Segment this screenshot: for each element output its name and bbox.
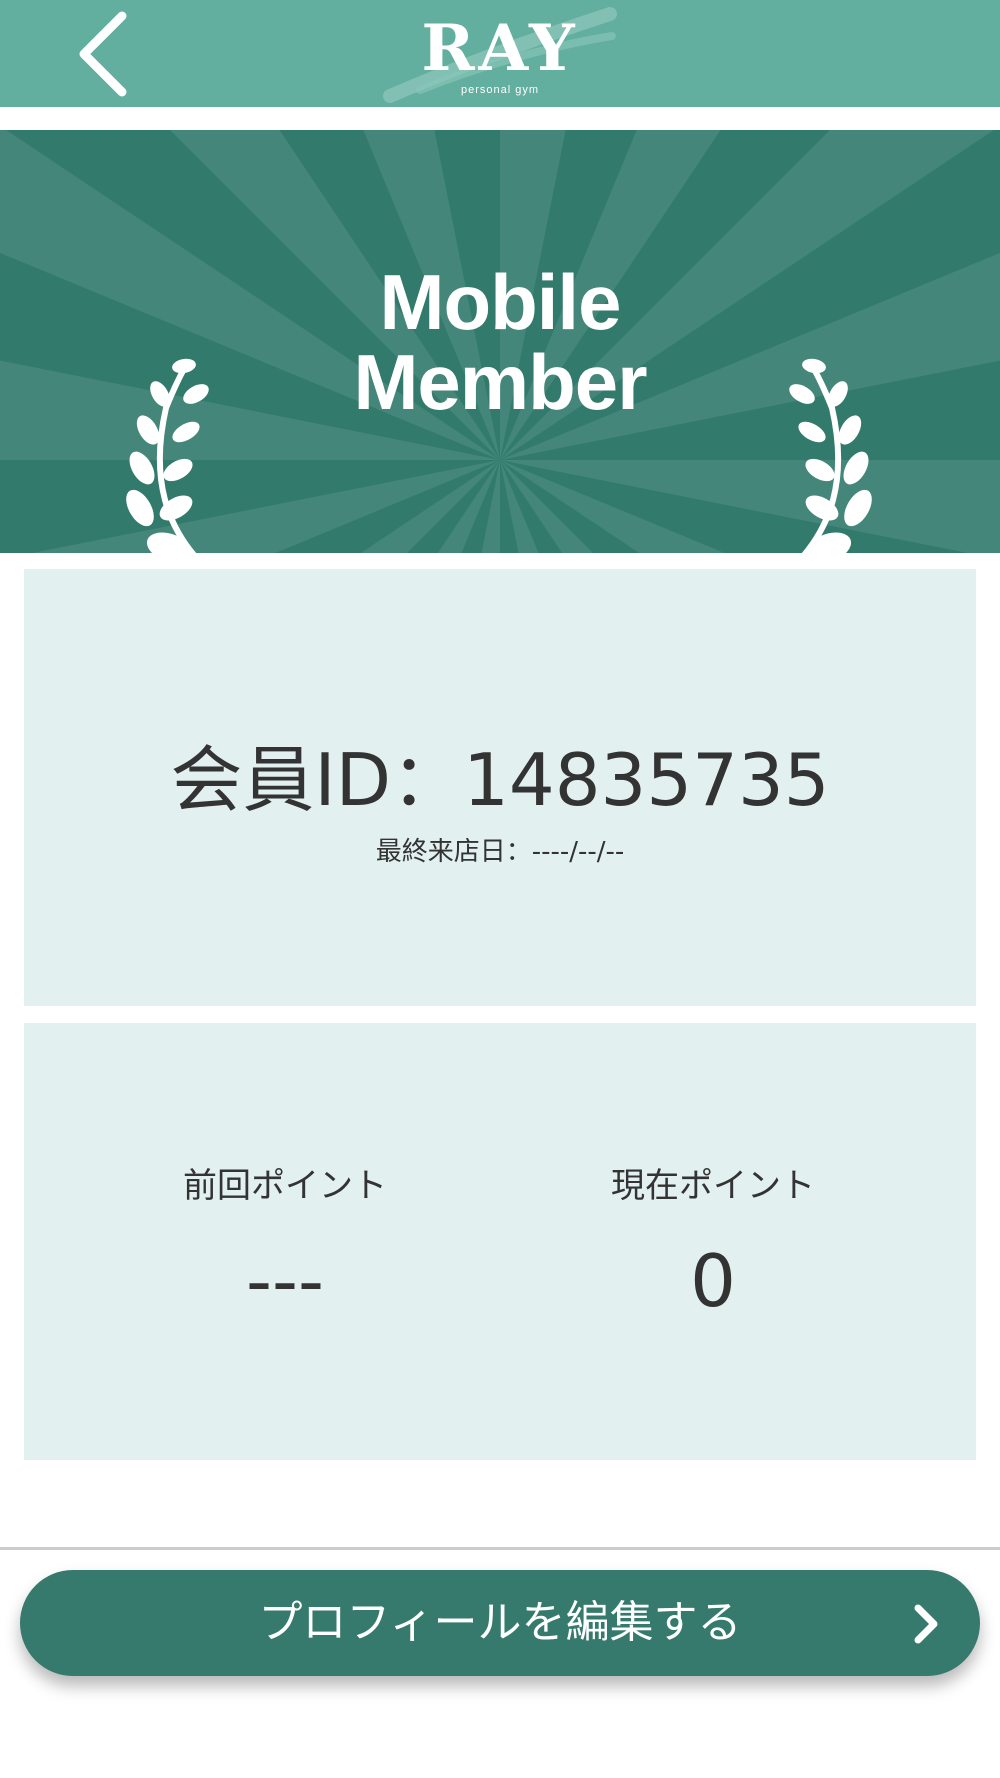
brand-logo: RAY personal gym [380,0,620,107]
sunburst-ray [32,460,500,553]
back-button[interactable] [64,8,144,98]
member-id: 会員ID：14835735 [170,738,830,822]
current-points-value: 0 [690,1239,736,1323]
banner-title: Mobile Member [250,262,750,422]
edit-profile-button[interactable]: プロフィールを編集する [20,1570,980,1676]
laurel-right-icon [789,358,872,553]
app-header: RAY personal gym [0,0,1000,107]
chevron-left-icon [79,11,127,97]
member-card-page: RAY personal gym Mobile Member 会員ID：1483… [0,0,1000,1778]
banner-title-line1: Mobile [379,258,622,346]
laurel-left-icon [126,358,209,553]
logo-wordmark: RAY [421,11,579,86]
logo-tagline: personal gym [460,84,540,96]
edit-profile-label: プロフィールを編集する [258,1597,742,1648]
last-visit-date: 最終来店日：----/--/-- [375,837,625,867]
footer-divider [0,1547,1000,1550]
previous-points-label: 前回ポイント [183,1166,387,1206]
chevron-right-icon [914,1604,938,1644]
banner-title-line2: Member [353,338,647,426]
previous-points-value: --- [246,1239,324,1323]
membership-banner: Mobile Member [0,130,1000,553]
current-points-label: 現在ポイント [611,1166,815,1206]
